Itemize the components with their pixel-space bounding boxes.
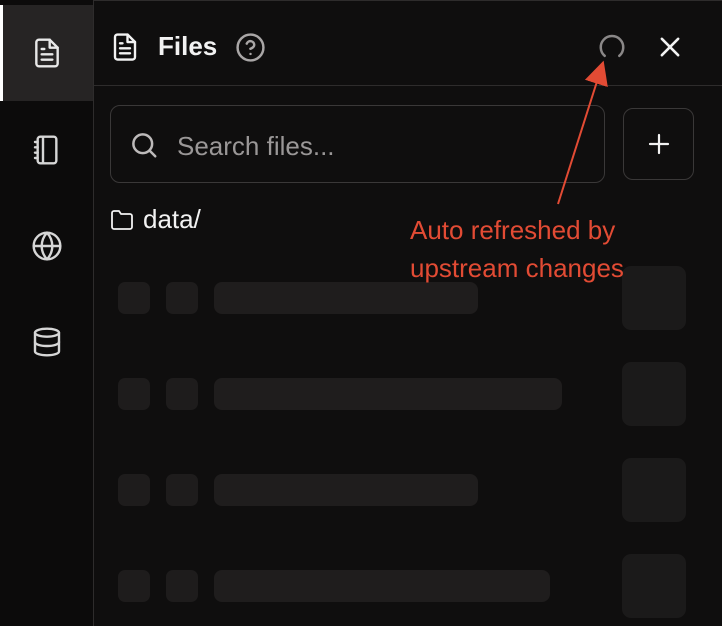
- rail-item-notebook[interactable]: [0, 102, 93, 198]
- skeleton-action: [622, 362, 686, 426]
- skeleton-bar: [214, 378, 562, 410]
- skeleton-checkbox: [118, 474, 150, 506]
- search-icon: [132, 133, 157, 158]
- search-input[interactable]: [175, 126, 589, 166]
- files-panel: Files Search files... data/: [94, 0, 722, 626]
- folder-name: data/: [143, 204, 201, 234]
- skeleton-bar: [214, 474, 478, 506]
- skeleton-icon: [166, 282, 198, 314]
- app-frame: Files Search files... data/ Auto refresh…: [0, 0, 722, 626]
- notebook-icon: [33, 135, 58, 165]
- plus-icon: [648, 133, 669, 155]
- help-icon[interactable]: [235, 32, 266, 63]
- skeleton-bar: [214, 570, 550, 602]
- skeleton-action: [622, 266, 686, 330]
- refresh-spinner-icon[interactable]: [597, 32, 627, 62]
- annotation-text: Auto refreshed by upstream changes: [410, 215, 624, 283]
- panel-header: Files: [94, 0, 722, 86]
- side-rail: [0, 0, 94, 626]
- panel-title: Files: [158, 31, 218, 61]
- skeleton-icon: [166, 474, 198, 506]
- folder-icon: [111, 209, 133, 230]
- file-text-icon: [34, 38, 59, 68]
- skeleton-action: [622, 458, 686, 522]
- rail-item-files[interactable]: [0, 5, 93, 101]
- folder-item-data[interactable]: data/: [110, 204, 201, 235]
- rail-item-database[interactable]: [0, 294, 93, 390]
- skeleton-icon: [166, 378, 198, 410]
- skeleton-action: [622, 554, 686, 618]
- skeleton-icon: [166, 570, 198, 602]
- rail-item-web[interactable]: [0, 198, 93, 294]
- search-box: [110, 105, 605, 183]
- skeleton-checkbox: [118, 282, 150, 314]
- add-file-button[interactable]: [623, 108, 694, 180]
- close-icon[interactable]: [656, 33, 684, 61]
- skeleton-checkbox: [118, 378, 150, 410]
- database-icon: [33, 327, 60, 357]
- skeleton-checkbox: [118, 570, 150, 602]
- globe-icon: [31, 231, 62, 261]
- file-text-icon: [113, 33, 137, 61]
